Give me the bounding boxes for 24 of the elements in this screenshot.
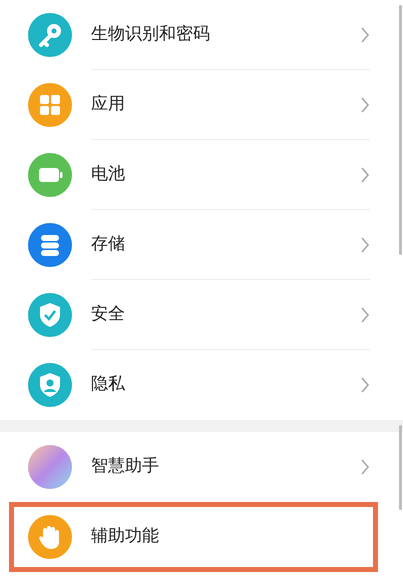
- settings-item[interactable]: 安全: [0, 280, 396, 350]
- key-icon: [28, 13, 72, 57]
- item-label: 智慧助手: [91, 455, 160, 478]
- highlighted-settings-item[interactable]: 辅助功能: [9, 502, 378, 572]
- settings-item[interactable]: 存储: [0, 210, 396, 280]
- privacy-shield-icon: [28, 363, 72, 407]
- shield-icon: [28, 293, 72, 337]
- item-label: 隐私: [91, 373, 126, 396]
- assistant-icon: [28, 445, 72, 489]
- item-label: 存储: [91, 233, 126, 256]
- settings-item[interactable]: 电池: [0, 140, 396, 210]
- apps-icon: [28, 83, 72, 127]
- settings-item[interactable]: 隐私: [0, 350, 396, 420]
- settings-item[interactable]: 智慧助手: [0, 432, 396, 502]
- item-label: 生物识别和密码: [91, 23, 211, 46]
- storage-icon: [28, 223, 72, 267]
- settings-item[interactable]: 应用: [0, 70, 396, 140]
- item-label: 应用: [91, 93, 126, 116]
- item-label: 安全: [91, 303, 126, 326]
- hand-icon: [28, 515, 72, 559]
- battery-icon: [28, 153, 72, 197]
- settings-item[interactable]: 生物识别和密码: [0, 0, 396, 70]
- item-label: 电池: [91, 163, 126, 186]
- item-label: 辅助功能: [91, 525, 160, 548]
